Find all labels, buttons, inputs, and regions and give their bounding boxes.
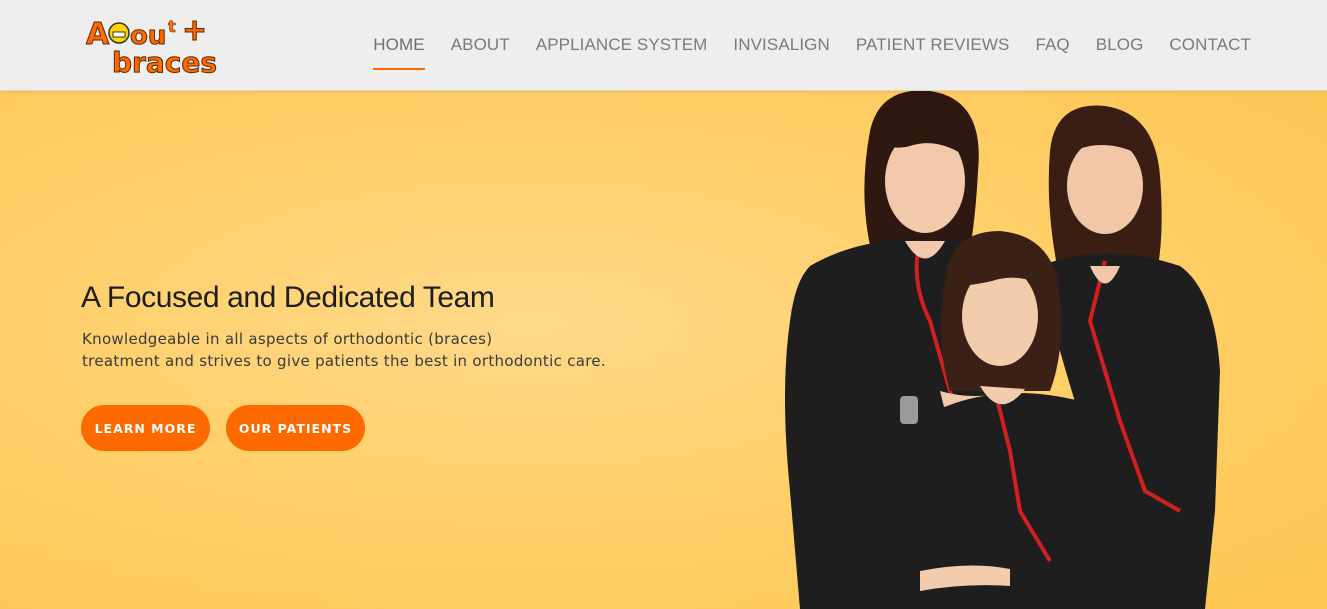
- svg-text:+: +: [182, 13, 207, 48]
- nav-home[interactable]: HOME: [373, 34, 426, 70]
- site-header: A ou t + braces HOME ABOUT APPLIANCE SYS…: [0, 0, 1327, 91]
- hero-description-line-1: Knowledgeable in all aspects of orthodon…: [82, 330, 493, 348]
- team-photo: [785, 91, 1220, 609]
- about-braces-logo[interactable]: A ou t + braces: [84, 10, 240, 77]
- learn-more-button[interactable]: LEARN MORE: [81, 405, 210, 451]
- hero-headline: A Focused and Dedicated Team: [81, 281, 495, 314]
- nav-appliance-system[interactable]: APPLIANCE SYSTEM: [536, 34, 708, 56]
- nav-faq[interactable]: FAQ: [1035, 34, 1069, 56]
- our-patients-button[interactable]: OUR PATIENTS: [226, 405, 365, 451]
- hero-description-line-2: treatment and strives to give patients t…: [82, 352, 606, 370]
- svg-text:braces: braces: [112, 46, 217, 76]
- nav-blog[interactable]: BLOG: [1096, 34, 1144, 56]
- nav-invisalign[interactable]: INVISALIGN: [733, 34, 829, 56]
- svg-text:A: A: [86, 17, 110, 52]
- svg-text:t: t: [168, 17, 176, 36]
- nav-patient-reviews[interactable]: PATIENT REVIEWS: [856, 34, 1010, 56]
- nav-contact[interactable]: CONTACT: [1169, 34, 1251, 56]
- main-nav: HOME ABOUT APPLIANCE SYSTEM INVISALIGN P…: [347, 0, 1251, 90]
- nav-about[interactable]: ABOUT: [451, 34, 510, 56]
- hero-section: A Focused and Dedicated Team Knowledgeab…: [0, 91, 1327, 609]
- hero-description: Knowledgeable in all aspects of orthodon…: [82, 328, 642, 372]
